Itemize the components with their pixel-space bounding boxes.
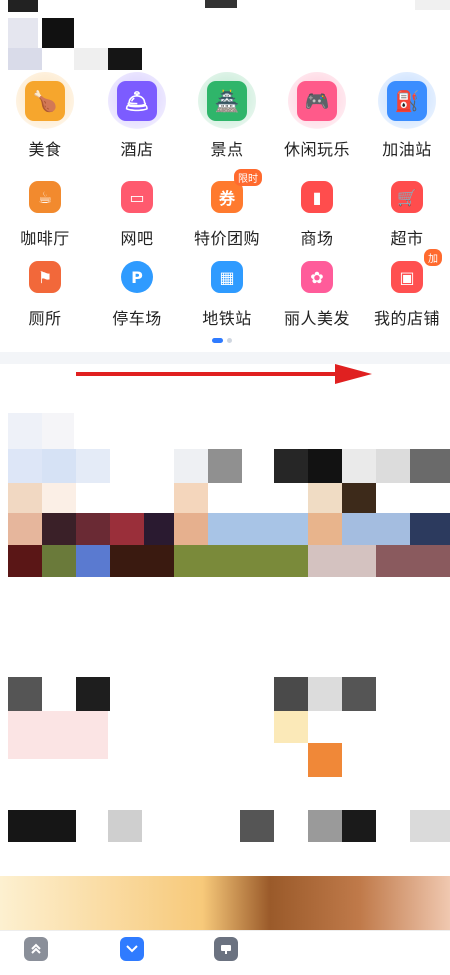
header-area: [0, 0, 450, 72]
hotel-icon: 🛎: [108, 72, 166, 130]
cart-icon-glyph: 🛒: [391, 181, 423, 213]
subway-icon-glyph: ▦: [211, 261, 243, 293]
category-item-subway[interactable]: ▦ 地铁站: [182, 255, 272, 329]
category-label: 加油站: [382, 140, 432, 159]
category-item-gas-station[interactable]: ⛽ 加油站: [362, 72, 450, 160]
attraction-icon-glyph: 🏯: [207, 81, 247, 121]
toilet-icon: ⚑: [16, 255, 74, 299]
food-icon: 🍗: [16, 72, 74, 130]
hotel-icon-glyph: 🛎: [117, 81, 157, 121]
gas-station-icon: ⛽: [378, 72, 436, 130]
category-item-cart[interactable]: 🛒 超市: [362, 175, 450, 249]
badge: 限时: [234, 169, 262, 186]
bottom-nav: [0, 930, 450, 975]
content-mosaic-banner: [0, 405, 450, 585]
monitor-icon: ▭: [108, 175, 166, 219]
category-label: 丽人美发: [283, 309, 350, 328]
nav-home[interactable]: [16, 937, 56, 975]
category-item-beauty[interactable]: ✿ 丽人美发: [272, 255, 362, 329]
category-label: 超市: [390, 229, 424, 248]
group-deal-icon-glyph: 券: [211, 181, 243, 213]
promo-banner[interactable]: [0, 876, 450, 930]
content-mosaic-list: [0, 635, 450, 875]
category-label: 特价团购: [193, 229, 260, 248]
category-label: 厕所: [28, 309, 62, 328]
category-item-group-deal[interactable]: 券限时特价团购: [182, 169, 272, 249]
nav-messages[interactable]: [206, 937, 246, 975]
page-indicator: [212, 338, 232, 343]
beauty-icon-glyph: ✿: [301, 261, 333, 293]
group-deal-icon: 券限时: [198, 169, 262, 219]
subway-icon: ▦: [198, 255, 256, 299]
category-label: 咖啡厅: [20, 229, 70, 248]
page-dot[interactable]: [227, 338, 232, 343]
message-icon: [214, 937, 238, 961]
category-label: 景点: [210, 140, 244, 159]
nav-nearby[interactable]: [112, 937, 152, 975]
gamepad-icon: 🎮: [288, 72, 346, 130]
swipe-arrow-icon: [76, 364, 372, 384]
category-label: 美食: [28, 140, 62, 159]
store-icon: ▣ 加: [378, 249, 442, 299]
category-label: 休闲玩乐: [283, 140, 350, 159]
parking-icon: P: [108, 255, 166, 299]
category-item-monitor[interactable]: ▭ 网吧: [92, 175, 182, 249]
category-item-hotel[interactable]: 🛎 酒店: [92, 72, 182, 160]
category-label: 网吧: [120, 229, 154, 248]
toilet-icon-glyph: ⚑: [29, 261, 61, 293]
category-item-parking[interactable]: P 停车场: [92, 255, 182, 329]
badge: 加: [424, 249, 442, 266]
gas-station-icon-glyph: ⛽: [387, 81, 427, 121]
category-item-attraction[interactable]: 🏯 景点: [182, 72, 272, 160]
category-label: 停车场: [112, 309, 162, 328]
page-dot-active[interactable]: [212, 338, 223, 343]
mall-icon: ▮: [288, 175, 346, 219]
category-label: 我的店铺: [373, 309, 440, 328]
category-label: 地铁站: [202, 309, 252, 328]
monitor-icon-glyph: ▭: [121, 181, 153, 213]
category-item-gamepad[interactable]: 🎮 休闲玩乐: [272, 72, 362, 160]
category-item-store[interactable]: ▣ 加我的店铺: [362, 249, 450, 329]
cart-icon: 🛒: [378, 175, 436, 219]
category-item-mall[interactable]: ▮ 商场: [272, 175, 362, 249]
mall-icon-glyph: ▮: [301, 181, 333, 213]
parking-icon-glyph: P: [121, 261, 153, 293]
category-label: 商场: [300, 229, 334, 248]
attraction-icon: 🏯: [198, 72, 256, 130]
coffee-icon-glyph: ☕: [29, 181, 61, 213]
gamepad-icon-glyph: 🎮: [297, 81, 337, 121]
beauty-icon: ✿: [288, 255, 346, 299]
category-item-toilet[interactable]: ⚑ 厕所: [0, 255, 90, 329]
coffee-icon: ☕: [16, 175, 74, 219]
nearby-icon: [120, 937, 144, 961]
category-label: 酒店: [120, 140, 154, 159]
category-item-food[interactable]: 🍗 美食: [0, 72, 90, 160]
chevrons-up-icon: [24, 937, 48, 961]
category-item-coffee[interactable]: ☕ 咖啡厅: [0, 175, 90, 249]
food-icon-glyph: 🍗: [25, 81, 65, 121]
store-icon-glyph: ▣: [391, 261, 423, 293]
app-screen: 🍗 美食 🛎 酒店 🏯 景点 🎮 休闲玩乐 ⛽ 加油站 ☕ 咖啡厅 ▭ 网吧 券限时 特价团购 ▮ 商场 🛒 超市 ⚑ 厕…: [0, 0, 450, 975]
